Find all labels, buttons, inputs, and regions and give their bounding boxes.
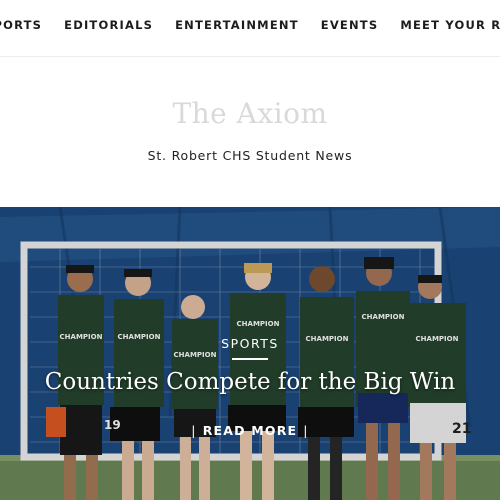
read-more-label[interactable]: READ MORE (203, 423, 298, 438)
nav-item-events[interactable]: EVENTS (321, 18, 379, 32)
nav-item-editorials[interactable]: EDITORIALS (64, 18, 153, 32)
nav-item-sports[interactable]: SPORTS (0, 18, 42, 32)
top-navigation: SPORTS EDITORIALS ENTERTAINMENT EVENTS M… (0, 0, 500, 57)
site-title[interactable]: The Axiom (0, 97, 500, 130)
read-more-link[interactable]: | READ MORE | (0, 423, 500, 438)
nav-item-meet-your-reporters[interactable]: MEET YOUR REPORTERS (400, 18, 500, 32)
post-category[interactable]: SPORTS (0, 336, 500, 351)
divider-bar: | (303, 423, 309, 438)
featured-post[interactable]: CHAMPION CHAMPION CHAMPION CHAMPION CHAM… (0, 207, 500, 500)
category-divider (232, 358, 268, 360)
masthead: The Axiom St. Robert CHS Student News (0, 57, 500, 207)
site-tagline: St. Robert CHS Student News (147, 148, 353, 163)
post-headline[interactable]: Countries Compete for the Big Win (0, 369, 500, 395)
nav-items: SPORTS EDITORIALS ENTERTAINMENT EVENTS M… (0, 18, 500, 32)
nav-item-entertainment[interactable]: ENTERTAINMENT (175, 18, 299, 32)
image-overlay (0, 207, 500, 500)
divider-bar: | (191, 423, 197, 438)
